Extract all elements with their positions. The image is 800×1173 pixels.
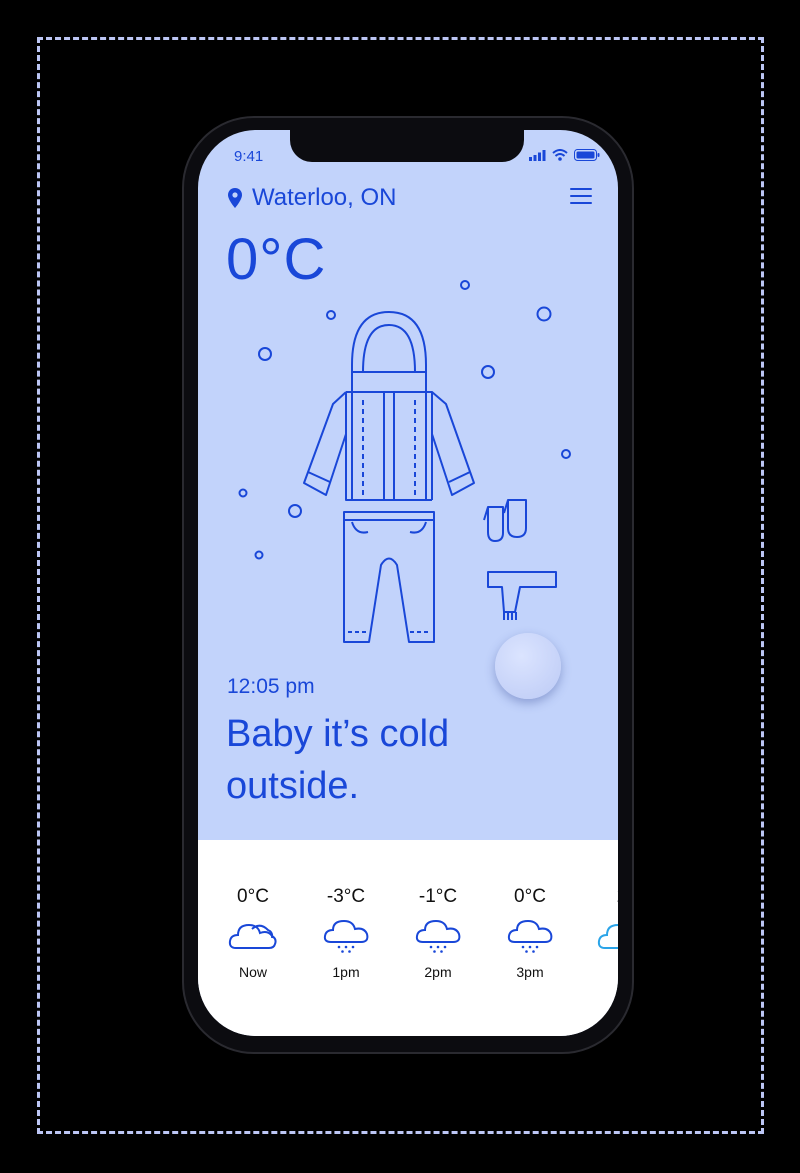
forecast-time: 3pm: [516, 964, 544, 980]
forecast-item-1pm[interactable]: -3°C 1pm: [306, 886, 386, 980]
weather-message: Baby it’s cold outside.: [226, 713, 450, 807]
snow-cloud-icon: [415, 919, 461, 953]
forecast-temp: 2: [582, 886, 618, 908]
forecast-time: 4: [582, 964, 618, 980]
mittens-icon: [483, 499, 527, 542]
forecast-item-3pm[interactable]: 0°C 3pm: [490, 886, 570, 980]
forecast-temp: 0°C: [514, 886, 546, 907]
snowflakes: [238, 280, 571, 560]
forecast-time: 1pm: [332, 964, 360, 980]
phone-screen: 9:41 Waterloo, ON 0°C 12:05 pm Baby it’s…: [198, 130, 618, 1036]
current-time: 12:05 pm: [227, 675, 315, 698]
menu-icon: [570, 188, 592, 190]
forecast-temp: 0°C: [237, 886, 269, 907]
cloud-icon: [597, 923, 618, 949]
forecast-temp: -1°C: [418, 886, 458, 907]
forecast-item-now[interactable]: 0°C Now: [213, 886, 293, 980]
forecast-time: Now: [238, 964, 267, 980]
forecast-item-4pm[interactable]: 2 4: [582, 886, 618, 980]
status-time: 9:41: [234, 148, 264, 165]
location[interactable]: Waterloo, ON: [228, 184, 396, 212]
status-icons: [529, 149, 600, 161]
forecast-item-2pm[interactable]: -1°C 2pm: [398, 886, 478, 980]
wifi-icon: [552, 149, 568, 161]
location-pin-icon: [228, 188, 242, 208]
hourly-forecast[interactable]: 0°C Now -3°C 1pm -1°C 2pm 0°C 3pm: [198, 840, 618, 1036]
scarf-icon: [487, 571, 557, 620]
jacket-icon: [303, 311, 475, 501]
location-name: Waterloo, ON: [252, 184, 397, 211]
pants-icon: [343, 511, 435, 643]
snow-cloud-icon: [323, 919, 369, 953]
forecast-time: 2pm: [424, 964, 452, 980]
cloud-icon: [228, 923, 277, 949]
snow-cloud-icon: [507, 919, 553, 953]
forecast-temp: -3°C: [326, 886, 366, 907]
menu-button[interactable]: [570, 188, 592, 206]
signal-icon: [529, 150, 546, 161]
battery-icon: [574, 149, 600, 161]
notch: [290, 130, 524, 162]
floating-action-button[interactable]: [495, 633, 561, 699]
